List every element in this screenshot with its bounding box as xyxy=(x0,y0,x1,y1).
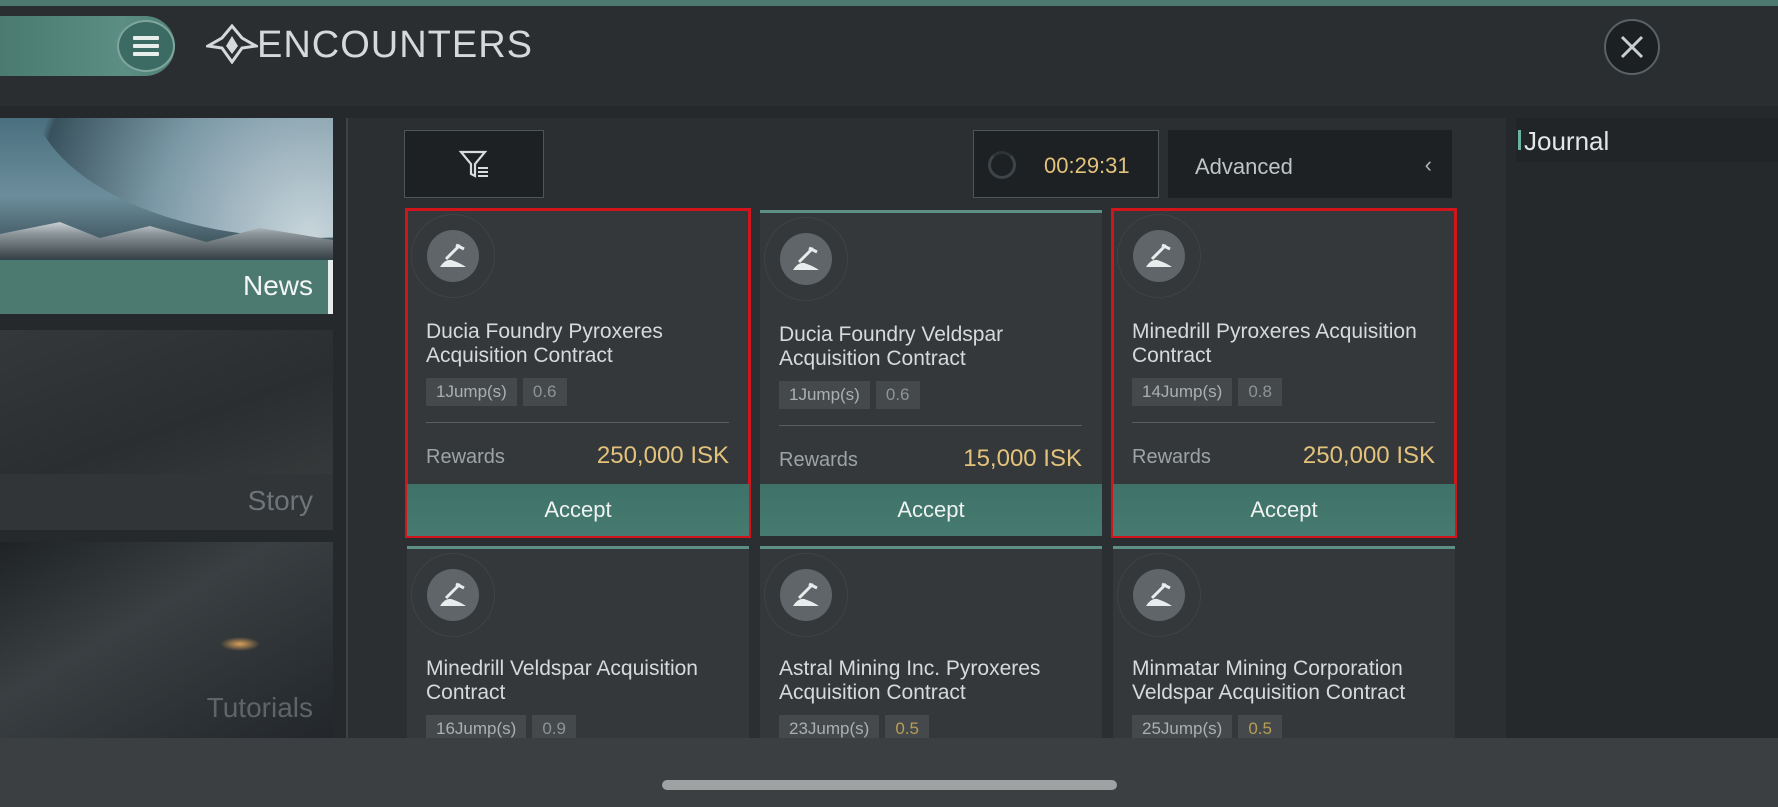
refresh-timer: 00:29:31 xyxy=(973,130,1159,198)
contract-card[interactable]: Ducia Foundry Veldspar Acquisition Contr… xyxy=(760,210,1102,536)
contract-tags: 16Jump(s) 0.9 xyxy=(426,715,576,738)
contract-name: Ducia Foundry Pyroxeres Acquisition Cont… xyxy=(426,320,663,367)
contract-card[interactable]: Ducia Foundry Pyroxeres Acquisition Cont… xyxy=(405,208,751,538)
contract-tags: 14Jump(s) 0.8 xyxy=(1132,378,1282,406)
sidebar-item-label: Story xyxy=(247,485,313,516)
contract-name: Astral Mining Inc. Pyroxeres Acquisition… xyxy=(779,657,1041,704)
contract-tags: 1Jump(s) 0.6 xyxy=(779,381,920,409)
sidebar-item-tutorials[interactable]: Tutorials xyxy=(0,542,333,742)
mining-icon xyxy=(427,569,479,621)
news-banner-image xyxy=(30,118,333,238)
rewards-label: Rewards xyxy=(426,446,505,468)
difficulty-dropdown[interactable]: Advanced ‹ xyxy=(1168,130,1452,198)
accept-button[interactable]: Accept xyxy=(1113,484,1455,536)
jumps-badge: 23Jump(s) xyxy=(779,715,880,738)
jumps-badge: 25Jump(s) xyxy=(1132,715,1233,738)
contract-name: Minedrill Pyroxeres Acquisition Contract xyxy=(1132,320,1417,367)
mining-icon xyxy=(780,233,832,285)
home-indicator[interactable] xyxy=(662,780,1117,790)
sidebar: News Story Tutorials xyxy=(0,118,333,742)
sidebar-item-label: Tutorials xyxy=(206,692,313,723)
security-badge: 0.5 xyxy=(885,715,929,738)
sidebar-item-news[interactable]: News xyxy=(0,118,333,314)
contract-name: Ducia Foundry Veldspar Acquisition Contr… xyxy=(779,323,1004,370)
journal-header[interactable]: Journal xyxy=(1516,118,1778,162)
sidebar-item-story[interactable]: Story xyxy=(0,330,333,530)
security-badge: 0.5 xyxy=(1238,715,1282,738)
divider xyxy=(426,422,729,423)
accept-button[interactable]: Accept xyxy=(760,484,1102,536)
contract-name: Minedrill Veldspar Acquisition Contract xyxy=(426,657,698,704)
contract-card[interactable]: Minedrill Pyroxeres Acquisition Contract… xyxy=(1111,208,1457,538)
timer-value: 00:29:31 xyxy=(1044,153,1130,178)
journal-title: Journal xyxy=(1524,126,1610,156)
mining-icon xyxy=(780,569,832,621)
tutorials-banner-image xyxy=(220,637,260,651)
contract-card[interactable]: Minedrill Veldspar Acquisition Contract … xyxy=(407,546,749,738)
security-badge: 0.8 xyxy=(1238,378,1282,406)
journal-accent xyxy=(1518,130,1521,150)
security-badge: 0.6 xyxy=(875,381,920,409)
divider xyxy=(779,425,1082,426)
close-icon xyxy=(1620,35,1644,59)
chevron-left-icon: ‹ xyxy=(1424,152,1432,177)
mining-icon xyxy=(1133,569,1185,621)
journal-panel: Journal xyxy=(1516,118,1778,738)
mining-icon xyxy=(1133,230,1185,282)
accept-button[interactable]: Accept xyxy=(407,484,749,536)
reward-value: 15,000 ISK xyxy=(963,445,1082,472)
difficulty-label: Advanced xyxy=(1195,154,1293,179)
divider xyxy=(1132,422,1435,423)
refresh-spinner-icon xyxy=(988,151,1016,179)
reward-value: 250,000 ISK xyxy=(596,442,729,469)
contract-tags: 23Jump(s) 0.5 xyxy=(779,715,929,738)
mining-icon xyxy=(427,230,479,282)
contract-card[interactable]: Astral Mining Inc. Pyroxeres Acquisition… xyxy=(760,546,1102,738)
contract-tags: 25Jump(s) 0.5 xyxy=(1132,715,1282,738)
encounters-emblem-icon xyxy=(206,24,258,64)
security-badge: 0.6 xyxy=(522,378,567,406)
filter-button[interactable] xyxy=(404,130,544,198)
contract-tags: 1Jump(s) 0.6 xyxy=(426,378,567,406)
jumps-badge: 16Jump(s) xyxy=(426,715,527,738)
filter-icon xyxy=(458,150,488,178)
hamburger-menu-icon xyxy=(133,36,159,56)
security-badge: 0.9 xyxy=(532,715,576,738)
close-button[interactable] xyxy=(1604,19,1660,75)
jumps-badge: 1Jump(s) xyxy=(779,381,870,409)
rewards-label: Rewards xyxy=(779,449,858,471)
bottom-bar xyxy=(0,738,1778,807)
reward-value: 250,000 ISK xyxy=(1302,442,1435,469)
active-indicator xyxy=(328,260,333,314)
rewards-label: Rewards xyxy=(1132,446,1211,468)
contract-name: Minmatar Mining Corporation Veldspar Acq… xyxy=(1132,657,1406,704)
jumps-badge: 1Jump(s) xyxy=(426,378,517,406)
page-title: ENCOUNTERS xyxy=(257,24,534,66)
menu-button[interactable] xyxy=(117,20,175,72)
contract-card[interactable]: Minmatar Mining Corporation Veldspar Acq… xyxy=(1113,546,1455,738)
jumps-badge: 14Jump(s) xyxy=(1132,378,1233,406)
sidebar-item-label: News xyxy=(242,270,313,301)
